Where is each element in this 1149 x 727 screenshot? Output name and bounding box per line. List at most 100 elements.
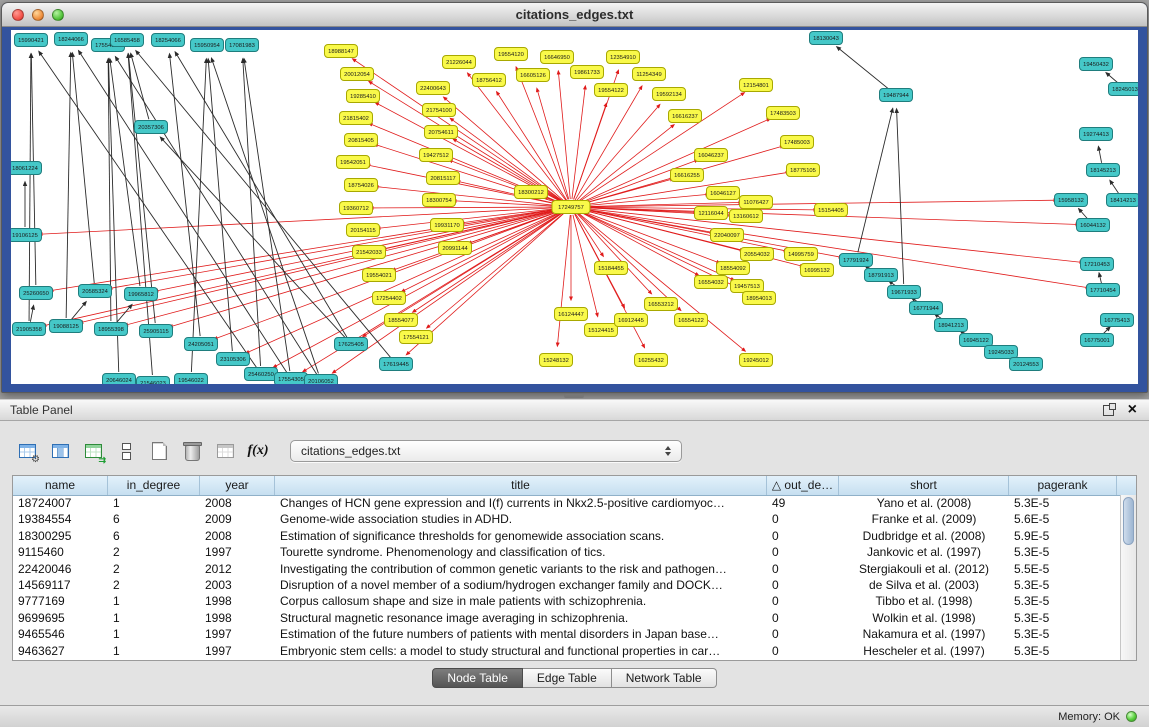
close-window-button[interactable] <box>12 9 24 21</box>
graph-node[interactable]: 15958132 <box>1055 194 1088 207</box>
graph-node[interactable]: 19554021 <box>363 269 396 282</box>
graph-node[interactable]: 16616255 <box>671 169 704 182</box>
graph-node[interactable]: 19088125 <box>50 320 83 333</box>
graph-node[interactable]: 19671933 <box>888 286 921 299</box>
graph-node[interactable]: 18145213 <box>1087 164 1120 177</box>
graph-node[interactable]: 20106052 <box>305 375 338 385</box>
graph-edge[interactable] <box>1110 181 1119 195</box>
graph-edge[interactable] <box>575 214 603 257</box>
table-scrollbar[interactable] <box>1120 495 1136 660</box>
import-table-button[interactable]: ⇉ <box>80 438 106 464</box>
graph-node[interactable]: 19245033 <box>985 346 1018 359</box>
graph-node[interactable]: 19546022 <box>175 374 208 385</box>
graph-node[interactable]: 11076427 <box>740 196 773 209</box>
graph-edge[interactable] <box>577 125 674 202</box>
graph-node[interactable]: 25460250 <box>245 368 278 381</box>
graph-node[interactable]: 19360712 <box>340 202 373 215</box>
graph-edge[interactable] <box>837 47 890 90</box>
tab-node-table[interactable]: Node Table <box>432 668 523 688</box>
graph-node[interactable]: 18775105 <box>787 164 820 177</box>
graph-node[interactable]: 17210453 <box>1081 258 1114 271</box>
table-row[interactable]: 2242004622012Investigating the contribut… <box>13 561 1121 577</box>
graph-node[interactable]: 19861733 <box>571 66 604 79</box>
graph-edge[interactable] <box>30 306 33 322</box>
graph-node[interactable]: 18988147 <box>325 45 358 58</box>
graph-node[interactable]: 19427512 <box>420 149 453 162</box>
graph-edge[interactable] <box>208 59 232 351</box>
zoom-window-button[interactable] <box>52 9 64 21</box>
function-builder-button[interactable]: f(x) <box>245 438 271 464</box>
graph-node[interactable]: 16255432 <box>635 354 668 367</box>
graph-node[interactable]: 21542033 <box>353 246 386 259</box>
graph-node[interactable]: 17254402 <box>373 292 406 305</box>
graph-edge[interactable] <box>244 59 290 371</box>
graph-node[interactable]: 19931170 <box>431 219 464 232</box>
show-columns-button[interactable] <box>47 438 73 464</box>
graph-node[interactable]: 16044132 <box>1077 219 1110 232</box>
column-header-short[interactable]: short <box>839 476 1009 495</box>
graph-node[interactable]: 15950954 <box>191 39 224 52</box>
graph-node[interactable]: 16554122 <box>675 314 708 327</box>
graph-node[interactable]: 16553212 <box>645 298 678 311</box>
graph-edge[interactable] <box>468 73 567 201</box>
graph-node[interactable]: 17554305 <box>275 373 308 385</box>
graph-node[interactable]: 16585458 <box>111 34 144 47</box>
table-row[interactable]: 1830029562008Estimation of significance … <box>13 528 1121 544</box>
graph-node[interactable]: 19487944 <box>880 89 913 102</box>
graph-edge[interactable] <box>1098 147 1101 163</box>
new-file-button[interactable] <box>146 438 172 464</box>
table-row[interactable]: 1456911722003Disruption of a novel membe… <box>13 577 1121 593</box>
graph-edge[interactable] <box>160 137 345 338</box>
graph-node[interactable]: 18941213 <box>935 319 968 332</box>
graph-node[interactable]: 18130043 <box>810 32 843 45</box>
graph-node[interactable]: 12154801 <box>740 79 773 92</box>
graph-node[interactable]: 16646950 <box>541 51 574 64</box>
graph-node[interactable]: 16554032 <box>695 276 728 289</box>
graph-node[interactable]: 19554122 <box>595 84 628 97</box>
table-row[interactable]: 1938455462009Genome-wide association stu… <box>13 511 1121 527</box>
graph-node[interactable]: 20815405 <box>345 134 378 147</box>
tab-edge-table[interactable]: Edge Table <box>523 668 612 688</box>
graph-node[interactable]: 19542051 <box>337 156 370 169</box>
graph-node[interactable]: 16912445 <box>615 314 648 327</box>
column-header-title[interactable]: title <box>275 476 767 495</box>
graph-edge[interactable] <box>578 119 770 204</box>
graph-node[interactable]: 20815117 <box>427 172 460 185</box>
delete-button[interactable] <box>179 438 205 464</box>
graph-node[interactable]: 21754100 <box>423 104 456 117</box>
graph-node[interactable]: 16616237 <box>669 110 702 123</box>
column-header-out_degree[interactable]: △ out_de… <box>767 476 839 495</box>
graph-edge[interactable] <box>369 81 564 202</box>
graph-node[interactable]: 17791924 <box>840 254 873 267</box>
graph-node[interactable]: 18254066 <box>152 34 185 47</box>
graph-node[interactable]: 17619445 <box>380 358 413 371</box>
table-row[interactable]: 946362711997Embryonic stem cells: a mode… <box>13 643 1121 659</box>
graph-node[interactable]: 18244066 <box>55 33 88 46</box>
graph-edge[interactable] <box>579 194 709 206</box>
graph-edge[interactable] <box>537 88 569 199</box>
graph-node[interactable]: 18061224 <box>11 162 42 175</box>
window-titlebar[interactable]: citations_edges.txt <box>2 3 1147 27</box>
graph-node[interactable]: 17249757 <box>552 201 590 214</box>
graph-edge[interactable] <box>71 302 86 320</box>
table-row[interactable]: 946554611997Estimation of the future num… <box>13 626 1121 642</box>
graph-node[interactable]: 18955398 <box>95 323 128 336</box>
graph-node[interactable]: 20554032 <box>741 248 774 261</box>
graph-node[interactable]: 21905358 <box>13 323 46 336</box>
graph-node[interactable]: 18245013 <box>1109 83 1139 96</box>
graph-node[interactable]: 19457513 <box>731 280 764 293</box>
graph-node[interactable]: 22400643 <box>417 82 450 95</box>
graph-node[interactable]: 19592134 <box>653 88 686 101</box>
tab-network-table[interactable]: Network Table <box>612 668 717 688</box>
network-view[interactable]: 1599042118244066175543001658545818254066… <box>11 30 1138 384</box>
graph-node[interactable]: 16046237 <box>695 149 728 162</box>
graph-edge[interactable] <box>858 109 893 253</box>
graph-node[interactable]: 24205051 <box>185 338 218 351</box>
graph-node[interactable]: 19106125 <box>11 229 42 242</box>
graph-edge[interactable] <box>80 209 564 323</box>
graph-node[interactable]: 16995132 <box>801 264 834 277</box>
graph-edge[interactable] <box>573 215 598 317</box>
graph-node[interactable]: 21226044 <box>443 56 476 69</box>
graph-node[interactable]: 19274413 <box>1080 128 1113 141</box>
panel-splitter-handle[interactable] <box>564 394 584 398</box>
